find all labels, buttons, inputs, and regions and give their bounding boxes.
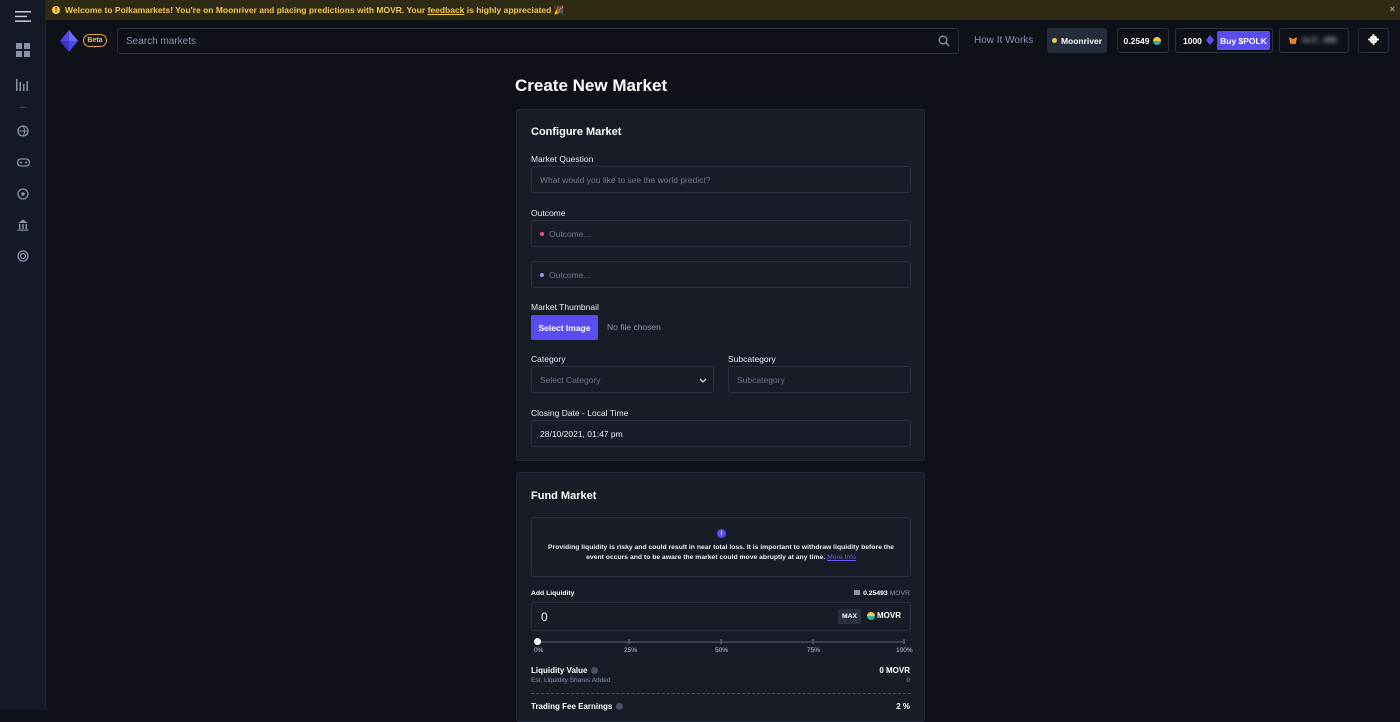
configure-market-title: Configure Market [531,126,622,138]
government-icon[interactable] [0,215,46,235]
help-icon[interactable] [616,703,624,711]
outcome-placeholder: Outcome... [549,228,591,239]
gamepad-icon[interactable] [0,153,46,173]
network-button[interactable]: Moonriver [1047,28,1107,53]
polk-balance-box: 1000 Buy $POLK [1175,28,1273,53]
slider-label-0: 0% [534,647,544,654]
polkamarkets-logo[interactable] [60,30,78,52]
category-value: Select Category [540,374,601,385]
liquidity-amount-input[interactable]: 0 MAX MOVR [531,602,911,631]
subcategory-input[interactable]: Subcategory [728,366,911,393]
slider-tick [812,639,814,644]
wallet-balance-unit: MOVR [889,590,910,597]
soccer-ball-icon[interactable] [0,184,46,204]
menu-icon[interactable] [0,6,46,26]
slider-label-25: 25% [624,647,638,654]
target-icon[interactable] [0,246,46,266]
wallet-balance: 0.25493 MOVR [854,590,910,597]
info-icon: i [717,529,726,538]
shares-value: 0 [906,677,910,684]
more-info-link[interactable]: More Info [827,554,856,561]
banner-text: Welcome to Polkamarkets! You're on Moonr… [65,4,565,15]
buy-polk-button[interactable]: Buy $POLK [1217,31,1270,50]
market-question-input[interactable]: What would you like to see the world pre… [531,166,911,193]
network-label: Moonriver [1060,35,1103,46]
page-title: Create New Market [515,76,668,95]
wallet-balance-value: 0.25493 [863,590,888,597]
slider-label-75: 75% [807,647,821,654]
configure-market-card: Configure Market Market Question What wo… [516,109,925,461]
market-thumbnail-label: Market Thumbnail [531,302,599,312]
add-liquidity-label: Add Liquidity [531,590,575,597]
settings-button[interactable] [1358,28,1389,53]
polk-diamond-icon [1205,34,1214,47]
outcome-label: Outcome [531,208,566,218]
market-question-label: Market Question [531,154,594,164]
search-icon[interactable] [938,35,950,50]
slider-tick [628,639,630,644]
outcome-input-1[interactable]: Outcome... [531,220,911,247]
liquidity-warning-text: Providing liquidity is risky and could r… [548,544,894,561]
fund-market-title: Fund Market [531,490,597,502]
slider-tick [903,639,905,644]
token-label: MOVR [867,611,901,620]
category-select[interactable]: Select Category [531,366,714,393]
globe-icon[interactable] [0,121,46,141]
outcome-input-2[interactable]: Outcome... [531,261,911,288]
search-placeholder: Search markets [126,35,197,47]
slider-tick [720,639,722,644]
subcategory-placeholder: Subcategory [737,374,785,385]
shares-label: Est. Liquidity Shares Added [531,677,611,684]
slider-handle[interactable] [534,638,541,645]
outcome-color-dot [540,272,544,277]
how-it-works-link[interactable]: How It Works [974,35,1033,46]
liquidity-warning-notice: i Providing liquidity is risky and could… [531,517,911,577]
search-input[interactable]: Search markets [117,28,959,54]
dashboard-icon[interactable] [0,40,46,60]
category-label: Category [531,354,566,364]
wallet-icon [854,590,861,595]
market-question-placeholder: What would you like to see the world pre… [540,174,711,185]
warning-icon: ! [52,6,60,14]
close-icon[interactable]: × [1390,4,1395,14]
closing-date-value: 28/10/2021, 01:47 pm [540,428,623,439]
movr-coin-icon [867,611,875,620]
welcome-banner: ! Welcome to Polkamarkets! You're on Moo… [46,0,1400,20]
metamask-fox-icon [1289,37,1297,44]
gear-icon [1368,32,1379,50]
polk-balance-value: 1000 [1183,35,1202,46]
feedback-link[interactable]: feedback [428,5,465,15]
sidebar-divider [20,107,26,108]
network-dot-icon [1051,38,1057,43]
slider-label-50: 50% [715,647,729,654]
liquidity-amount-value: 0 [541,610,548,624]
stats-icon[interactable] [0,75,46,95]
chevron-down-icon [699,376,707,386]
subcategory-label: Subcategory [728,354,776,364]
closing-date-input[interactable]: 28/10/2021, 01:47 pm [531,420,911,447]
liquidity-slider[interactable] [534,638,905,645]
outcome-placeholder: Outcome... [549,269,591,280]
slider-label-100: 100% [896,647,913,654]
fund-market-card: Fund Market i Providing liquidity is ris… [516,472,925,722]
liquidity-value: 0 MOVR [879,666,910,675]
balance-button[interactable]: 0.2549 [1117,28,1169,53]
divider [531,693,911,694]
movr-coin-icon [1152,36,1161,45]
balance-value: 0.2549 [1123,35,1150,46]
sidebar [0,0,46,710]
liquidity-value-label: Liquidity Value [531,666,599,675]
outcome-color-dot [540,231,544,236]
wallet-button[interactable]: 0x7f...8ff9 [1279,28,1349,53]
beta-badge: Beta [83,34,107,47]
closing-date-label: Closing Date - Local Time [531,408,629,418]
no-file-text: No file chosen [607,322,661,332]
max-button[interactable]: MAX [838,609,861,624]
help-icon[interactable] [591,667,599,675]
select-image-button[interactable]: Select Image [531,315,598,340]
wallet-address: 0x7f...8ff9 [1302,36,1337,45]
top-bar: Beta Search markets How It Works Moonriv… [46,20,1400,62]
